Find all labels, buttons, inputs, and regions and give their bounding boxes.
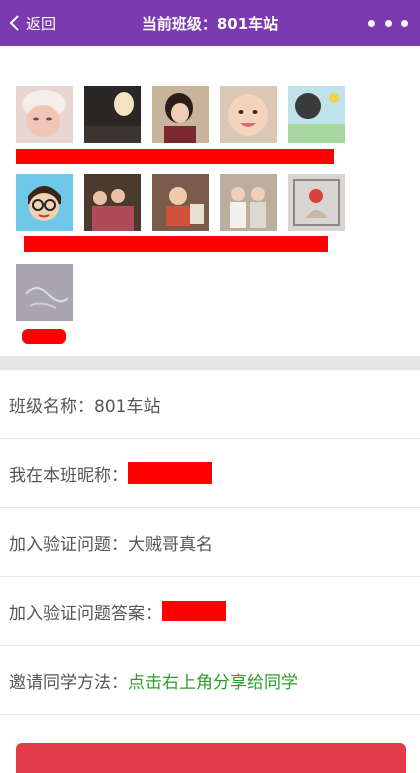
more-dot-icon	[401, 19, 408, 27]
member-avatar[interactable]	[288, 174, 345, 231]
member-avatar[interactable]	[16, 264, 73, 321]
member-avatar[interactable]	[152, 174, 209, 231]
more-dot-icon	[384, 19, 392, 27]
avatar-baby-hat	[16, 86, 73, 143]
avatar-cartoon-glasses	[16, 174, 73, 231]
page-title: 当前班级：801车站	[141, 14, 279, 33]
member-grid	[0, 46, 420, 356]
member-avatar[interactable]	[220, 174, 277, 231]
invite-label: 邀请同学方法：	[9, 672, 128, 693]
invite-row: 邀请同学方法： 点击右上角分享给同学	[0, 646, 420, 715]
section-divider	[0, 356, 420, 370]
redacted-names-row-1	[16, 149, 334, 164]
avatar-child-play	[152, 174, 209, 231]
nav-bar: 返回 当前班级：801车站	[0, 0, 420, 46]
avatar-dark-room	[84, 86, 141, 143]
nickname-label: 我在本班昵称：	[9, 465, 128, 486]
avatar-baby-smile	[220, 86, 277, 143]
invite-value: 点击右上角分享给同学	[128, 672, 298, 693]
member-avatar[interactable]	[84, 174, 141, 231]
redacted-name-row-3	[22, 329, 66, 344]
member-avatar[interactable]	[16, 86, 73, 143]
class-name-row: 班级名称： 801车站	[0, 370, 420, 439]
answer-label: 加入验证问题答案：	[9, 603, 162, 624]
avatar-woman	[152, 86, 209, 143]
member-avatar[interactable]	[84, 86, 141, 143]
answer-row[interactable]: 加入验证问题答案：	[0, 577, 420, 646]
member-avatar[interactable]	[220, 86, 277, 143]
nickname-row[interactable]: 我在本班昵称：	[0, 439, 420, 508]
avatar-sketch	[16, 264, 73, 321]
class-name-label: 班级名称：	[9, 396, 94, 417]
member-avatar[interactable]	[152, 86, 209, 143]
redacted-names-row-2	[24, 236, 328, 252]
avatar-toy	[288, 174, 345, 231]
class-info-list: 班级名称： 801车站 我在本班昵称： 加入验证问题： 大贼哥真名 加入验证问题…	[0, 370, 420, 715]
question-label: 加入验证问题：	[9, 534, 128, 555]
avatar-two-kids	[220, 174, 277, 231]
bottom-action-button[interactable]	[16, 743, 406, 773]
class-name-value: 801车站	[94, 396, 161, 417]
redacted-answer	[162, 601, 226, 621]
more-dot-icon	[368, 19, 375, 27]
member-avatar[interactable]	[288, 86, 345, 143]
redacted-nickname	[128, 462, 212, 484]
member-avatar[interactable]	[16, 174, 73, 231]
more-menu-button[interactable]	[368, 14, 408, 32]
avatar-cartoon-tile	[288, 86, 345, 143]
avatar-group-photo	[84, 174, 141, 231]
question-row[interactable]: 加入验证问题： 大贼哥真名	[0, 508, 420, 577]
question-value: 大贼哥真名	[128, 534, 213, 555]
